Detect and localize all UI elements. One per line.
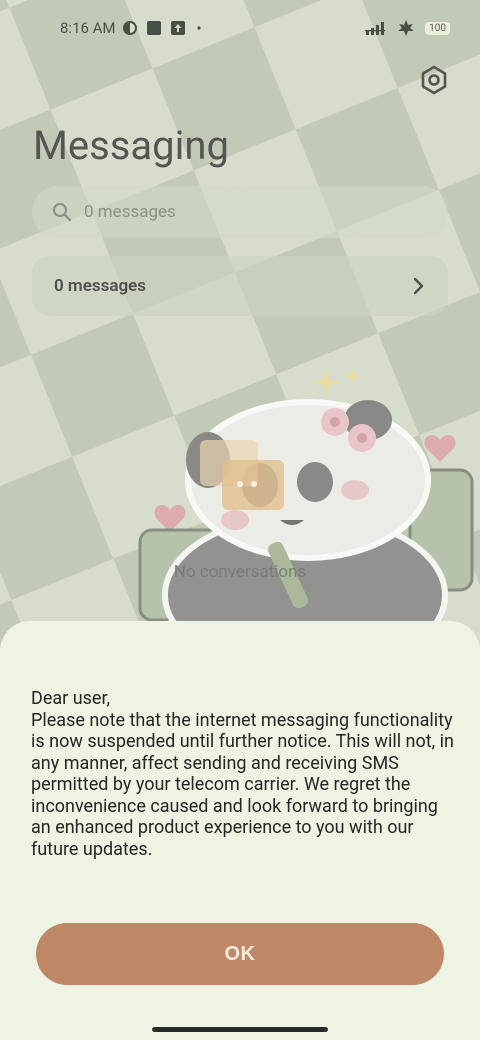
notice-bottom-sheet: Dear user, Please note that the internet… (0, 621, 480, 1040)
gesture-navigation-bar[interactable] (152, 1027, 328, 1032)
ok-button[interactable]: OK (36, 923, 444, 985)
notice-message: Dear user, Please note that the internet… (31, 688, 454, 860)
